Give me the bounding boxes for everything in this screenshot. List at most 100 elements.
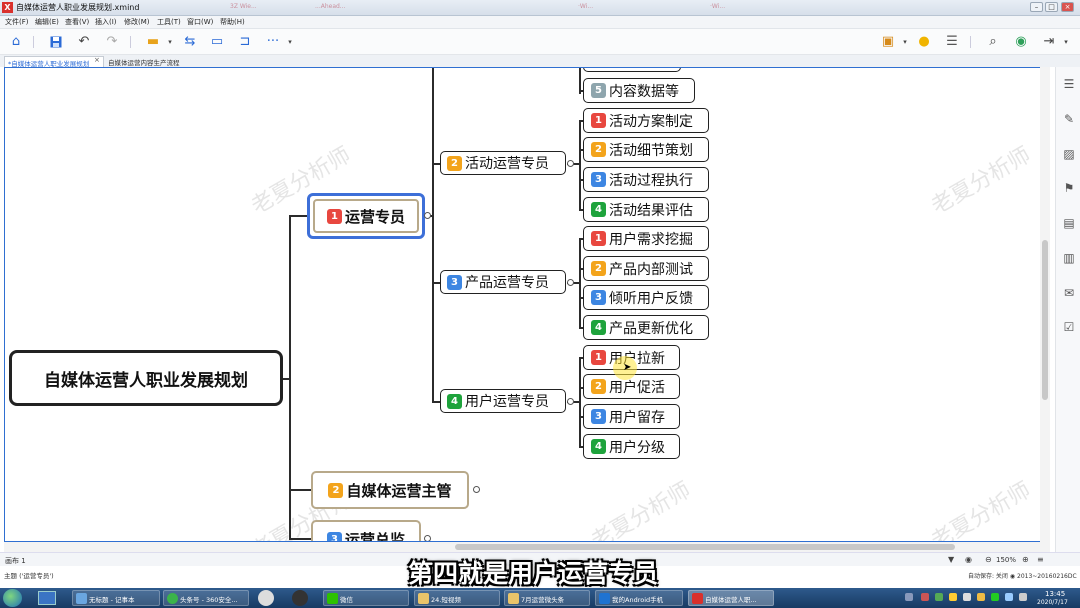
- leaf-topic-clipped[interactable]: [583, 68, 681, 72]
- penguin-app-icon[interactable]: [258, 590, 274, 606]
- zoom-out-icon[interactable]: ⊖: [985, 555, 992, 564]
- taskbar-item-notepad[interactable]: 无标题 - 记事本: [72, 590, 160, 606]
- clock-date[interactable]: 2020/7/17: [1037, 599, 1068, 606]
- outline-list-icon[interactable]: ☰: [1062, 77, 1076, 91]
- horizontal-scroll-thumb[interactable]: [455, 544, 955, 550]
- image-icon[interactable]: ▨: [1062, 147, 1076, 161]
- volume-icon[interactable]: [1019, 593, 1027, 601]
- minimize-button[interactable]: –: [1030, 2, 1043, 12]
- main-topic-3[interactable]: 3 运营总监: [311, 520, 421, 541]
- format-brush-icon[interactable]: ✎: [1062, 112, 1076, 126]
- tray-icon[interactable]: [991, 593, 999, 601]
- priority-3-icon: 3: [326, 531, 342, 541]
- clock-time[interactable]: 13:45: [1045, 590, 1065, 598]
- qq-icon[interactable]: [292, 590, 308, 606]
- sheet-tab[interactable]: 画布 1: [5, 556, 26, 566]
- task-icon[interactable]: ☑: [1062, 320, 1076, 334]
- outline-icon[interactable]: ☰: [944, 34, 960, 49]
- sub-topic-product[interactable]: 3 产品运营专员: [440, 270, 566, 294]
- leaf-topic[interactable]: 4 用户分级: [583, 434, 680, 459]
- chevron-down-icon[interactable]: ▾: [1062, 34, 1070, 49]
- tab-active-document[interactable]: *自媒体运营人职业发展规划: [4, 56, 104, 68]
- presentation-icon[interactable]: ▣: [880, 34, 896, 49]
- menu-view[interactable]: 查看(V): [65, 17, 89, 27]
- marker-flag-icon[interactable]: ⚑: [1062, 181, 1076, 195]
- close-button[interactable]: ×: [1061, 2, 1074, 12]
- export-icon[interactable]: ⇥: [1041, 34, 1057, 49]
- taskbar-item-browser[interactable]: 头条号 - 360安全...: [163, 590, 249, 606]
- fit-icon[interactable]: ≡: [1037, 555, 1044, 564]
- menu-edit[interactable]: 编辑(E): [35, 17, 59, 27]
- tray-icon[interactable]: [935, 593, 943, 601]
- collapse-toggle-icon[interactable]: [567, 398, 574, 405]
- network-icon[interactable]: [1005, 593, 1013, 601]
- more-icon[interactable]: ···: [265, 34, 281, 49]
- main-topic-1-selected[interactable]: 1 运营专员: [307, 193, 425, 239]
- vertical-scroll-thumb[interactable]: [1042, 240, 1048, 400]
- tray-icon[interactable]: [963, 593, 971, 601]
- collapse-toggle-icon[interactable]: [567, 160, 574, 167]
- collapse-toggle-icon[interactable]: [424, 212, 431, 219]
- leaf-topic[interactable]: 2 活动细节策划: [583, 137, 709, 162]
- leaf-topic[interactable]: 1 用户需求挖掘: [583, 226, 709, 251]
- expand-toggle-icon[interactable]: [424, 535, 431, 541]
- leaf-topic[interactable]: 5 内容数据等: [583, 78, 695, 103]
- eye-icon[interactable]: ◉: [965, 555, 972, 564]
- tray-icon[interactable]: [949, 593, 957, 601]
- chevron-down-icon[interactable]: ▾: [286, 34, 294, 49]
- undo-icon[interactable]: ↶: [76, 34, 92, 49]
- leaf-topic[interactable]: 4 产品更新优化: [583, 315, 709, 340]
- maximize-button[interactable]: □: [1045, 2, 1058, 12]
- leaf-topic[interactable]: 4 活动结果评估: [583, 197, 709, 222]
- chevron-down-icon[interactable]: ▾: [901, 34, 909, 49]
- menu-insert[interactable]: 插入(I): [95, 17, 117, 27]
- taskbar-item-wechat[interactable]: 微信: [323, 590, 409, 606]
- tab-close-icon[interactable]: ×: [94, 56, 100, 64]
- expand-toggle-icon[interactable]: [473, 486, 480, 493]
- leaf-topic[interactable]: 3 倾听用户反馈: [583, 285, 709, 310]
- leaf-topic[interactable]: 2 产品内部测试: [583, 256, 709, 281]
- style-icon[interactable]: ▤: [1062, 216, 1076, 230]
- filter-icon[interactable]: ▼: [948, 555, 954, 564]
- main-topic-2[interactable]: 2 自媒体运营主管: [311, 471, 469, 509]
- idea-bulb-icon[interactable]: ●: [916, 34, 932, 49]
- share-icon[interactable]: ◉: [1013, 34, 1029, 49]
- tray-icon[interactable]: [905, 593, 913, 601]
- leaf-topic[interactable]: 1 活动方案制定: [583, 108, 709, 133]
- root-topic[interactable]: 自媒体运营人职业发展规划: [9, 350, 283, 406]
- sub-topic-activity[interactable]: 2 活动运营专员: [440, 151, 566, 175]
- taskbar-item-xmind[interactable]: 自媒体运营人职...: [688, 590, 774, 606]
- menu-help[interactable]: 帮助(H): [220, 17, 245, 27]
- topic-icon[interactable]: ▬: [145, 34, 161, 49]
- taskbar-item-folder[interactable]: 24.短视频: [414, 590, 500, 606]
- zoom-in-icon[interactable]: ⊕: [1022, 555, 1029, 564]
- taskbar-item-android[interactable]: 我的Android手机: [595, 590, 683, 606]
- tray-icon[interactable]: [977, 593, 985, 601]
- tab-inactive-document[interactable]: 自媒体运营内容生产流程: [108, 57, 180, 67]
- taskbar-item-folder[interactable]: 7月运营微头条: [504, 590, 590, 606]
- home-icon[interactable]: ⌂: [8, 34, 24, 49]
- desktop-icon[interactable]: [38, 591, 56, 605]
- menu-file[interactable]: 文件(F): [5, 17, 29, 27]
- mindmap-canvas[interactable]: 老夏分析师 老夏分析师 老夏分析师 老夏分析师 老夏分析师 自媒体运营人职业发展…: [4, 67, 1050, 542]
- menu-modify[interactable]: 修改(M): [124, 17, 150, 27]
- redo-icon[interactable]: ↷: [104, 34, 120, 49]
- collapse-toggle-icon[interactable]: [567, 279, 574, 286]
- comment-icon[interactable]: ✉: [1062, 286, 1076, 300]
- leaf-topic[interactable]: 3 用户留存: [583, 404, 680, 429]
- search-icon[interactable]: ⌕: [985, 34, 1001, 49]
- tray-icon[interactable]: [921, 593, 929, 601]
- menu-tools[interactable]: 工具(T): [157, 17, 181, 27]
- chevron-down-icon[interactable]: ▾: [166, 34, 174, 49]
- boundary-icon[interactable]: ▭: [209, 34, 225, 49]
- priority-2-icon: 2: [328, 482, 344, 498]
- relationship-icon[interactable]: ⇆: [182, 34, 198, 49]
- main-topic-label: 自媒体运营主管: [346, 481, 452, 500]
- notes-icon[interactable]: ▥: [1062, 251, 1076, 265]
- sub-topic-user[interactable]: 4 用户运营专员: [440, 389, 566, 413]
- save-icon[interactable]: [48, 34, 64, 49]
- start-button[interactable]: [3, 589, 22, 607]
- summary-icon[interactable]: ⊐: [237, 34, 253, 49]
- leaf-topic[interactable]: 3 活动过程执行: [583, 167, 709, 192]
- menu-window[interactable]: 窗口(W): [187, 17, 213, 27]
